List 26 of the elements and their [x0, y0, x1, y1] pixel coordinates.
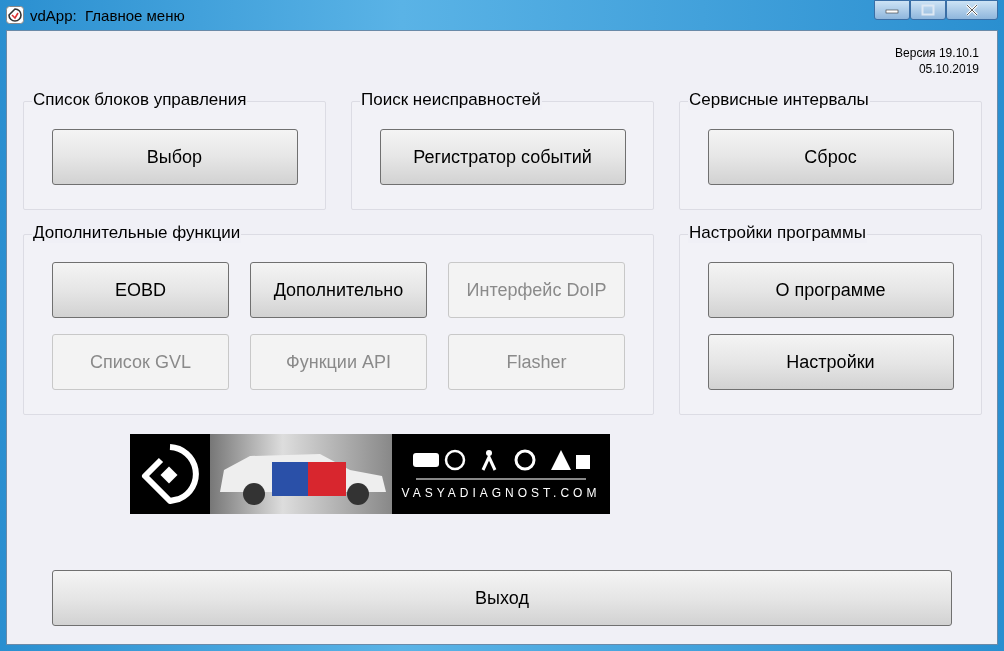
- group-title: Поиск неисправностей: [360, 90, 542, 110]
- group-title: Дополнительные функции: [32, 223, 242, 243]
- minimize-button[interactable]: [874, 0, 910, 20]
- maximize-button[interactable]: [910, 0, 946, 20]
- window-title: vdApp: Главное меню: [30, 6, 185, 24]
- version-date: 05.10.2019: [918, 61, 979, 77]
- menu-button[interactable]: Настройки: [707, 334, 954, 390]
- menu-button[interactable]: О программе: [707, 262, 954, 318]
- menu-button[interactable]: EOBD: [52, 262, 229, 318]
- warning-lights-icon: [411, 448, 591, 472]
- close-icon: [965, 4, 979, 16]
- menu-button[interactable]: Выбор: [51, 129, 298, 185]
- close-button[interactable]: [946, 0, 998, 20]
- exit-button[interactable]: Выход: [52, 570, 952, 626]
- app-logo-icon: [6, 6, 24, 24]
- version-text: Версия 19.10.1: [895, 45, 979, 61]
- menu-button[interactable]: Сброс: [707, 129, 954, 185]
- banner-website: VASYADIAGNOST.COM: [401, 486, 601, 500]
- group-title: Список блоков управления: [32, 90, 248, 110]
- maximize-icon: [921, 4, 935, 16]
- menu-button[interactable]: Регистратор событий: [379, 129, 626, 185]
- logo-icon: [139, 443, 201, 505]
- group-title: Сервисные интервалы: [688, 90, 870, 110]
- minimize-icon: [885, 6, 899, 14]
- group-title: Настройки программы: [688, 223, 867, 243]
- menu-button[interactable]: Дополнительно: [250, 262, 427, 318]
